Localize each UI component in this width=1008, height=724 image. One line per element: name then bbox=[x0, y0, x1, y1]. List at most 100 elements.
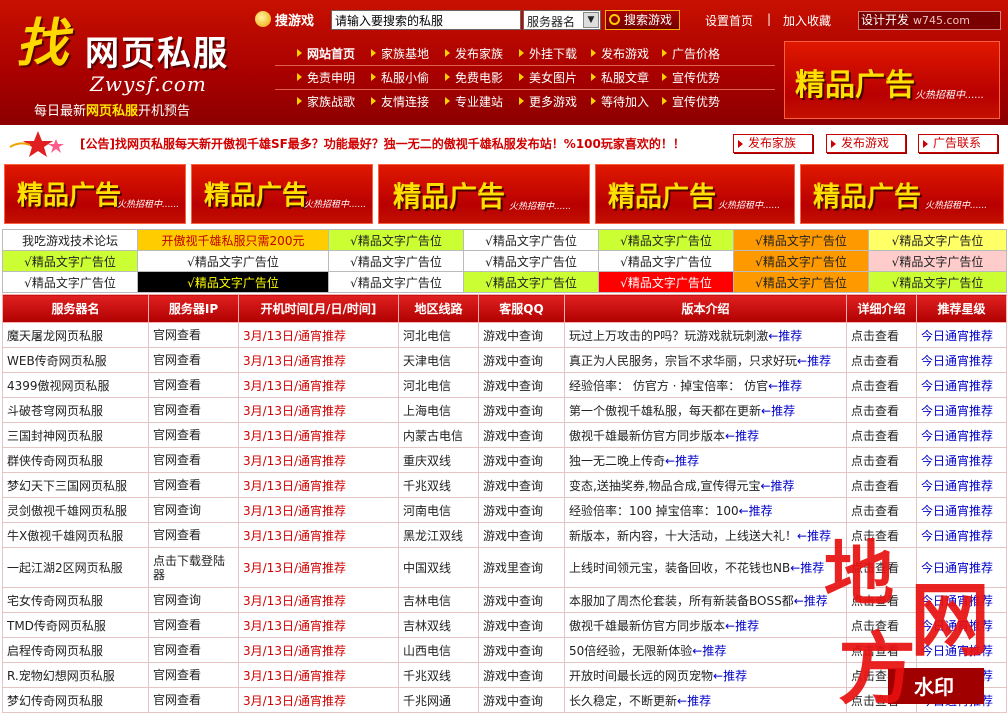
details-link[interactable]: 点击查看 bbox=[846, 497, 917, 523]
server-ip[interactable]: 官网查看 bbox=[148, 522, 239, 548]
recommend-arrow[interactable]: ←推荐 bbox=[677, 694, 711, 708]
details-link[interactable]: 点击查看 bbox=[846, 687, 917, 713]
server-ip[interactable]: 官网查看 bbox=[148, 347, 239, 373]
details-link[interactable]: 点击查看 bbox=[846, 547, 917, 588]
details-link[interactable]: 点击查看 bbox=[846, 637, 917, 663]
recommend-level[interactable]: 今日通宵推荐 bbox=[916, 497, 1007, 523]
server-name[interactable]: 梦幻天下三国网页私服 bbox=[2, 472, 149, 498]
recommend-arrow[interactable]: ←推荐 bbox=[692, 644, 726, 658]
server-ip[interactable]: 点击下载登陆器 bbox=[148, 547, 239, 588]
version-intro[interactable]: 经验倍率： 仿官方 · 掉宝倍率： 仿官←推荐 bbox=[564, 372, 847, 398]
server-name[interactable]: 三国封神网页私服 bbox=[2, 422, 149, 448]
server-name[interactable]: 灵剑傲视千雄网页私服 bbox=[2, 497, 149, 523]
server-name[interactable]: 牛X傲视千雄网页私服 bbox=[2, 522, 149, 548]
nav-item[interactable]: 美女图片 bbox=[519, 69, 577, 86]
recommend-arrow[interactable]: ←推荐 bbox=[761, 404, 795, 418]
details-link[interactable]: 点击查看 bbox=[846, 422, 917, 448]
nav-item[interactable]: 家族战歌 bbox=[297, 93, 355, 110]
nav-item[interactable]: 私服小偷 bbox=[371, 69, 429, 86]
recommend-level[interactable]: 今日通宵推荐 bbox=[916, 447, 1007, 473]
server-type-select[interactable]: 服务器名 ▼ bbox=[523, 10, 601, 30]
text-ad-link[interactable]: √精品文字广告位 bbox=[2, 271, 138, 293]
recommend-arrow[interactable]: ←推荐 bbox=[725, 429, 759, 443]
server-name[interactable]: 魔天屠龙网页私服 bbox=[2, 322, 149, 348]
text-ad-link[interactable]: √精品文字广告位 bbox=[598, 271, 734, 293]
server-name[interactable]: 群侠传奇网页私服 bbox=[2, 447, 149, 473]
version-intro[interactable]: 独一无二晚上传奇←推荐 bbox=[564, 447, 847, 473]
details-link[interactable]: 点击查看 bbox=[846, 522, 917, 548]
notice-text[interactable]: [公告]找网页私服每天新开傲视千雄SF最多？功能最好？独一无二的傲视千雄私服发布… bbox=[80, 135, 685, 152]
set-homepage-link[interactable]: 设置首页 bbox=[705, 12, 753, 29]
recommend-arrow[interactable]: ←推荐 bbox=[739, 504, 773, 518]
nav-item[interactable]: 发布游戏 bbox=[591, 45, 649, 62]
details-link[interactable]: 点击查看 bbox=[846, 322, 917, 348]
server-name[interactable]: R.宠物幻想网页私服 bbox=[2, 662, 149, 688]
nav-item[interactable]: 更多游戏 bbox=[519, 93, 577, 110]
version-intro[interactable]: 第一个傲视千雄私服，每天都在更新←推荐 bbox=[564, 397, 847, 423]
server-ip[interactable]: 官网查看 bbox=[148, 637, 239, 663]
text-ad-link[interactable]: √精品文字广告位 bbox=[733, 229, 869, 251]
ad-banner[interactable]: 精品广告 火热招租中...... bbox=[4, 164, 186, 224]
text-ad-link[interactable]: √精品文字广告位 bbox=[868, 250, 1007, 272]
details-link[interactable]: 点击查看 bbox=[846, 347, 917, 373]
server-name[interactable]: 梦幻传奇网页私服 bbox=[2, 687, 149, 713]
version-intro[interactable]: 玩过上万攻击的P吗？玩游戏就玩刺激←推荐 bbox=[564, 322, 847, 348]
text-ad-link[interactable]: √精品文字广告位 bbox=[463, 229, 599, 251]
text-ad-link[interactable]: √精品文字广告位 bbox=[137, 271, 329, 293]
server-ip[interactable]: 官网查看 bbox=[148, 322, 239, 348]
recommend-level[interactable]: 今日通宵推荐 bbox=[916, 637, 1007, 663]
server-ip[interactable]: 官网查看 bbox=[148, 472, 239, 498]
server-name[interactable]: 启程传奇网页私服 bbox=[2, 637, 149, 663]
recommend-level[interactable]: 今日通宵推荐 bbox=[916, 547, 1007, 588]
version-intro[interactable]: 上线时间领元宝，装备回收，不花钱也NB←推荐 bbox=[564, 547, 847, 588]
text-ad-link[interactable]: √精品文字广告位 bbox=[598, 250, 734, 272]
recommend-level[interactable]: 今日通宵推荐 bbox=[916, 587, 1007, 613]
text-ad-link[interactable]: √精品文字广告位 bbox=[463, 271, 599, 293]
text-ad-link[interactable]: √精品文字广告位 bbox=[733, 250, 869, 272]
version-intro[interactable]: 经验倍率：100 掉宝倍率：100←推荐 bbox=[564, 497, 847, 523]
nav-item[interactable]: 家族基地 bbox=[371, 45, 429, 62]
server-ip[interactable]: 官网查看 bbox=[148, 397, 239, 423]
nav-item[interactable]: 发布家族 bbox=[445, 45, 503, 62]
details-link[interactable]: 点击查看 bbox=[846, 397, 917, 423]
recommend-level[interactable]: 今日通宵推荐 bbox=[916, 372, 1007, 398]
nav-item[interactable]: 宣传优势 bbox=[662, 93, 720, 110]
recommend-arrow[interactable]: ←推荐 bbox=[794, 594, 828, 608]
details-link[interactable]: 点击查看 bbox=[846, 372, 917, 398]
text-ad-link[interactable]: √精品文字广告位 bbox=[868, 271, 1007, 293]
version-intro[interactable]: 50倍经验，无限新体验←推荐 bbox=[564, 637, 847, 663]
ad-banner[interactable]: 精品广告 火热招租中...... bbox=[191, 164, 373, 224]
recommend-arrow[interactable]: ←推荐 bbox=[768, 329, 802, 343]
server-name[interactable]: 一起江湖2区网页私服 bbox=[2, 547, 149, 588]
details-link[interactable]: 点击查看 bbox=[846, 447, 917, 473]
nav-item[interactable]: 私服文章 bbox=[591, 69, 649, 86]
text-ad-link[interactable]: √精品文字广告位 bbox=[328, 229, 464, 251]
version-intro[interactable]: 真正为人民服务，宗旨不求华丽，只求好玩←推荐 bbox=[564, 347, 847, 373]
recommend-arrow[interactable]: ←推荐 bbox=[797, 354, 831, 368]
recommend-arrow[interactable]: ←推荐 bbox=[725, 619, 759, 633]
details-link[interactable]: 点击查看 bbox=[846, 612, 917, 638]
details-link[interactable]: 点击查看 bbox=[846, 587, 917, 613]
recommend-level[interactable]: 今日通宵推荐 bbox=[916, 472, 1007, 498]
designer-badge[interactable]: 设计开发 w745.com bbox=[858, 11, 1001, 30]
server-ip[interactable]: 官网查看 bbox=[148, 612, 239, 638]
recommend-level[interactable]: 今日通宵推荐 bbox=[916, 347, 1007, 373]
chevron-down-icon[interactable]: ▼ bbox=[583, 12, 599, 28]
ad-banner[interactable]: 精品广告 火热招租中...... bbox=[595, 164, 795, 224]
text-ad-link[interactable]: 我吃游戏技术论坛 bbox=[2, 229, 138, 251]
publish-family-button[interactable]: 发布家族 bbox=[733, 134, 813, 153]
recommend-arrow[interactable]: ←推荐 bbox=[713, 669, 747, 683]
nav-item[interactable]: 广告价格 bbox=[662, 45, 720, 62]
text-ad-link[interactable]: √精品文字广告位 bbox=[328, 271, 464, 293]
version-intro[interactable]: 开放时间最长远的网页宠物←推荐 bbox=[564, 662, 847, 688]
text-ad-link[interactable]: √精品文字广告位 bbox=[868, 229, 1007, 251]
nav-item[interactable]: 网站首页 bbox=[297, 45, 355, 62]
search-input[interactable] bbox=[331, 10, 521, 30]
site-logo[interactable]: 找 网页私服 Zwysf.com 每日最新网页私服开机预告 bbox=[0, 0, 270, 125]
version-intro[interactable]: 新版本，新内容，十大活动，上线送大礼！←推荐 bbox=[564, 522, 847, 548]
server-ip[interactable]: 官网查看 bbox=[148, 422, 239, 448]
nav-item[interactable]: 宣传优势 bbox=[662, 69, 720, 86]
recommend-arrow[interactable]: ←推荐 bbox=[665, 454, 699, 468]
nav-item[interactable]: 等待加入 bbox=[591, 93, 649, 110]
text-ad-link[interactable]: √精品文字广告位 bbox=[733, 271, 869, 293]
